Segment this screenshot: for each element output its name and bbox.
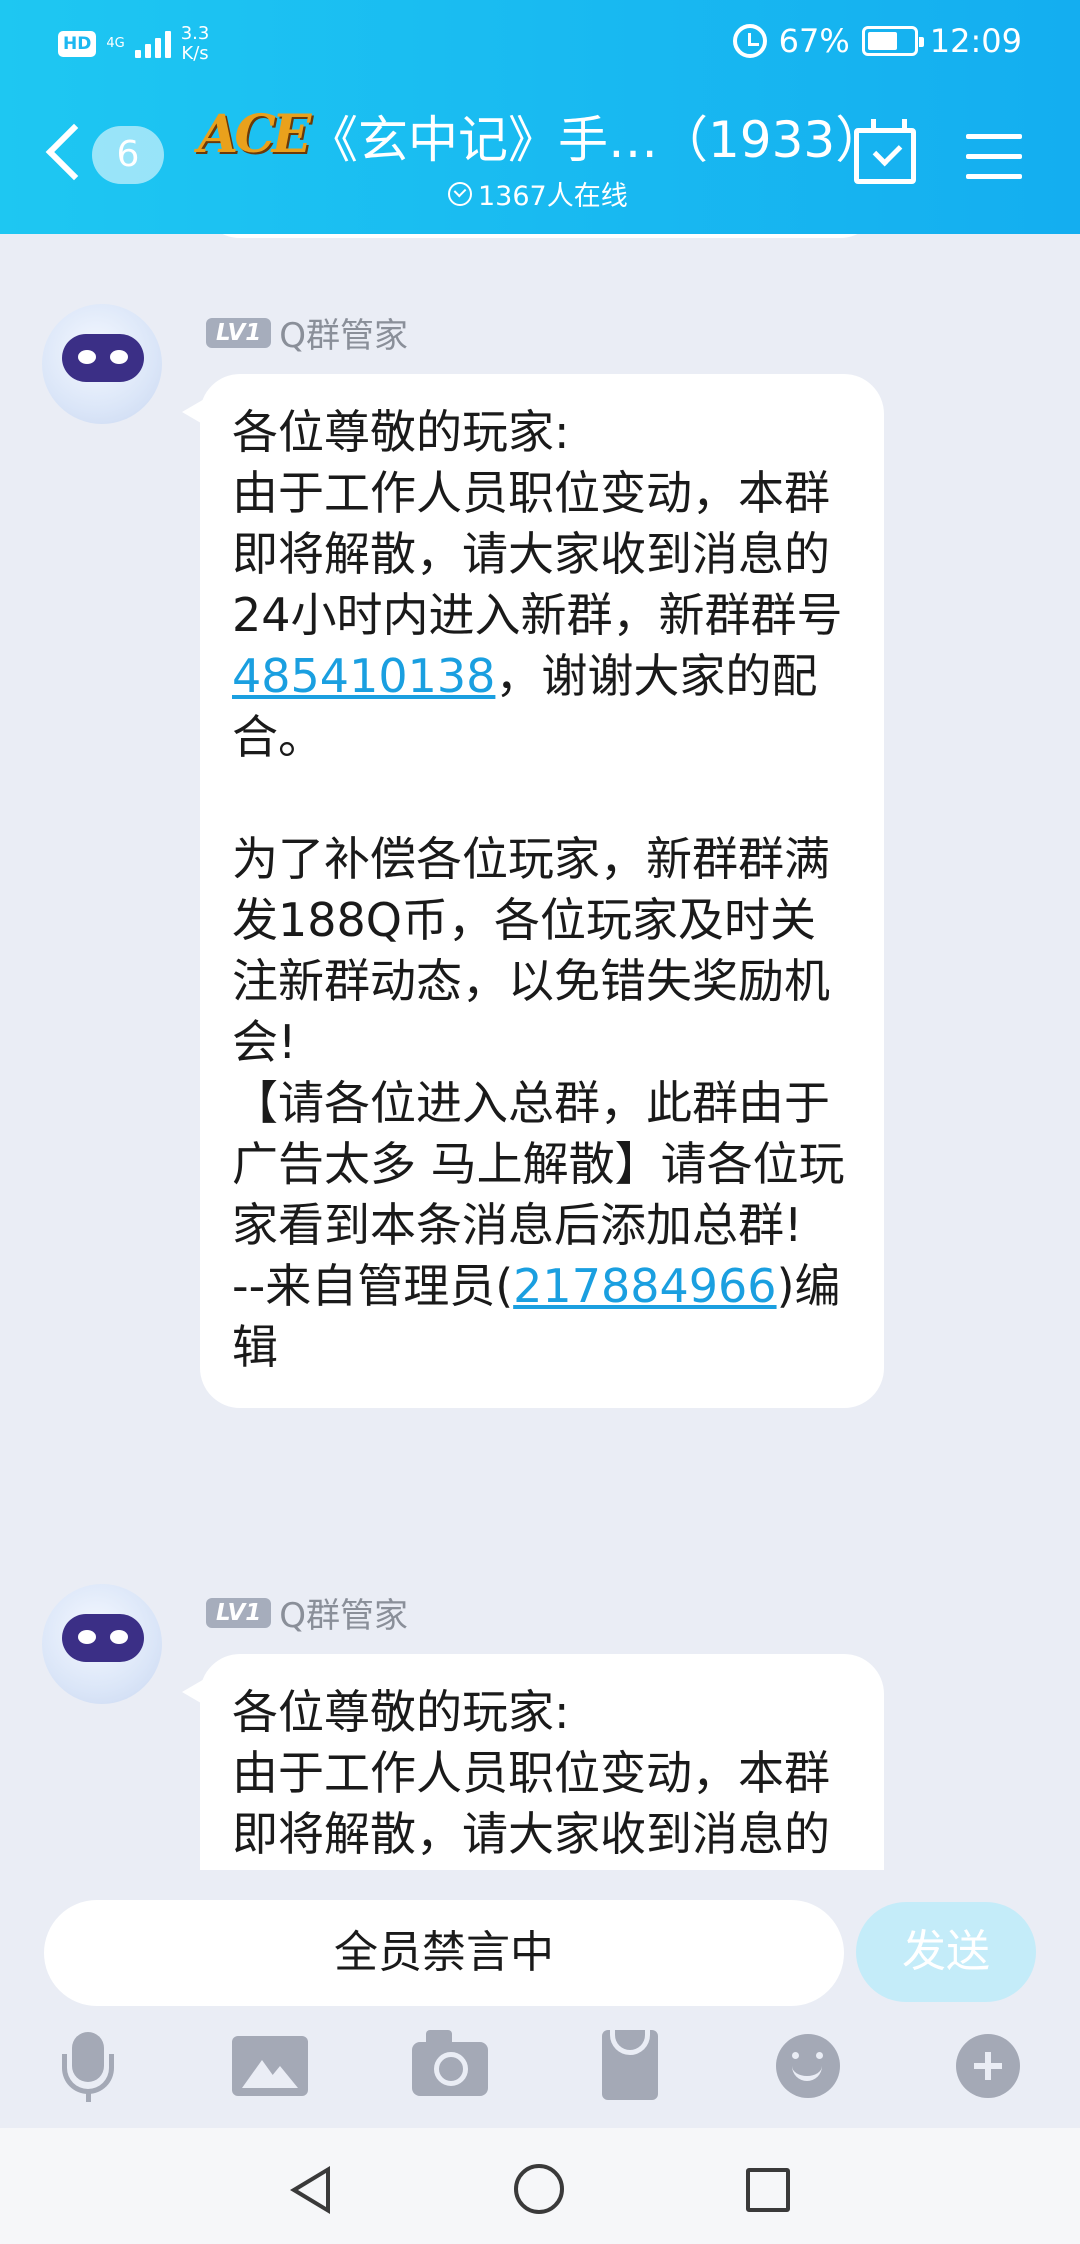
hd-badge: HD	[58, 31, 97, 57]
system-nav-bar	[0, 2128, 1080, 2244]
sender-info: LV1 Q群管家	[206, 1588, 408, 1637]
robot-icon	[62, 334, 144, 382]
back-button[interactable]: 6	[44, 122, 174, 192]
online-count[interactable]: 1367人在线	[448, 174, 628, 213]
network-speed: 3.3 K/s	[180, 23, 210, 64]
chat-header: HD 4G 3.3 K/s 67% 12:09 6 ACE 《玄中记》手…（19…	[0, 0, 1080, 234]
input-bar: 全员禁言中 发送	[0, 1870, 1080, 2008]
battery-percent: 67%	[778, 22, 850, 60]
menu-icon[interactable]	[966, 134, 1022, 182]
message-bubble[interactable]: 各位尊敬的玩家: 由于工作人员职位变动，本群即将解散，请大家收到消息的24小时内…	[200, 1654, 884, 1870]
level-badge: LV1	[206, 1597, 272, 1628]
previous-message-bubble	[200, 234, 880, 238]
network-type: 4G	[106, 36, 125, 51]
signal-icon	[134, 30, 171, 58]
calendar-check-icon[interactable]	[854, 119, 916, 184]
camera-icon[interactable]	[412, 2030, 488, 2096]
online-count-text: 1367人在线	[478, 181, 628, 212]
chat-area[interactable]: LV1 Q群管家 各位尊敬的玩家: 由于工作人员职位变动，本群即将解散，请大家收…	[0, 234, 1080, 1870]
clock: 12:09	[929, 22, 1022, 60]
nav-bar: 6 ACE 《玄中记》手…（1933） 1367人在线	[0, 92, 1080, 222]
unread-count-badge: 6	[92, 126, 164, 184]
muted-input-field[interactable]: 全员禁言中	[44, 1900, 844, 2006]
nav-home-icon[interactable]	[514, 2164, 564, 2214]
admin-number-link[interactable]: 217884966	[513, 1259, 776, 1313]
ace-logo-text: ACE	[198, 104, 311, 165]
send-button[interactable]: 发送	[856, 1902, 1036, 2002]
group-title[interactable]: 《玄中记》手…（1933）	[308, 100, 885, 172]
red-packet-icon[interactable]	[602, 2030, 658, 2100]
avatar[interactable]	[42, 304, 162, 424]
plus-icon[interactable]	[956, 2034, 1020, 2098]
group-number-link[interactable]: 485410138	[232, 649, 495, 703]
robot-icon	[62, 1614, 144, 1662]
sender-name[interactable]: Q群管家	[279, 308, 408, 357]
group-logo[interactable]: ACE	[198, 104, 311, 172]
emoji-icon[interactable]	[776, 2034, 840, 2098]
nav-recents-icon[interactable]	[746, 2168, 790, 2212]
battery-icon	[861, 26, 924, 56]
input-toolbar	[0, 2008, 1080, 2128]
sender-info: LV1 Q群管家	[206, 308, 408, 357]
level-badge: LV1	[206, 317, 272, 348]
status-bar: HD 4G 3.3 K/s 67% 12:09	[0, 14, 1080, 72]
message-text: 各位尊敬的玩家: 由于工作人员职位变动，本群即将解散，请大家收到消息的24小时内…	[232, 1685, 843, 1870]
sender-name[interactable]: Q群管家	[279, 1588, 408, 1637]
avatar[interactable]	[42, 1584, 162, 1704]
chevron-down-circle-icon	[448, 181, 472, 206]
alarm-icon	[732, 24, 767, 58]
nav-back-icon[interactable]	[290, 2166, 330, 2214]
message-bubble[interactable]: 各位尊敬的玩家: 由于工作人员职位变动，本群即将解散，请大家收到消息的24小时内…	[200, 374, 884, 1408]
message-text: 各位尊敬的玩家: 由于工作人员职位变动，本群即将解散，请大家收到消息的24小时内…	[232, 405, 843, 642]
image-icon[interactable]	[232, 2036, 308, 2096]
message-text: ，谢谢大家的配合。 为了补偿各位玩家，新群群满发188Q币，各位玩家及时关注新群…	[232, 649, 845, 1313]
mic-icon[interactable]	[50, 2028, 126, 2104]
